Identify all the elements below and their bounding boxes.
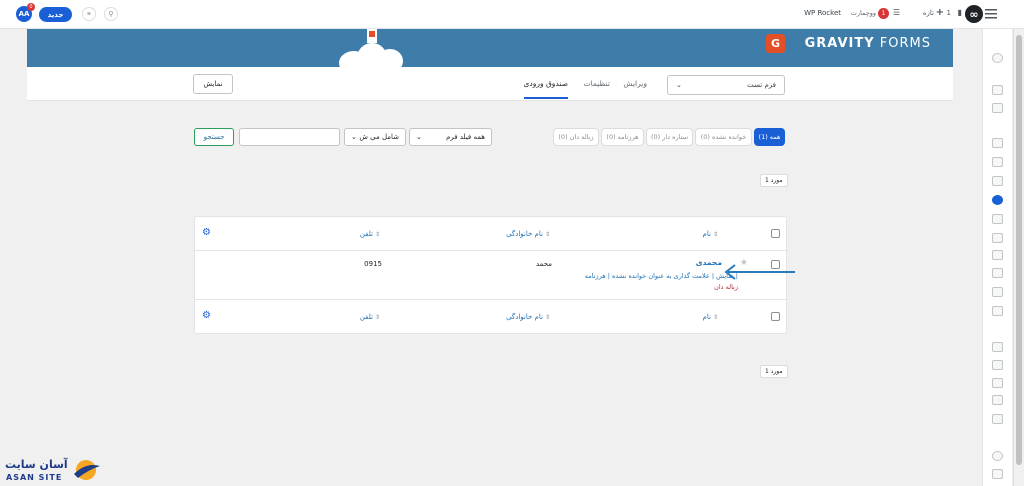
- item-count-top: 1 مورد: [760, 174, 788, 187]
- watermark-fa: آسان سایت: [5, 458, 68, 471]
- column-footer-lastname[interactable]: نام خانوادگی ⇕: [506, 313, 550, 321]
- cloud-decoration: [377, 49, 403, 67]
- templates-icon[interactable]: [992, 360, 1003, 370]
- search-button[interactable]: جستجو: [194, 128, 234, 146]
- row-actions-line1[interactable]: نمایش | علامت گذاری به عنوان خوانده نشده…: [518, 271, 738, 282]
- asan-site-watermark: آسان سایت ASAN SITE: [3, 457, 108, 485]
- row-actions: نمایش | علامت گذاری به عنوان خوانده نشده…: [518, 271, 738, 293]
- form-toolbar: ⌄ فرم تست ویرایش تنظیمات صندوق ورودی نما…: [27, 67, 953, 101]
- column-footer-phone[interactable]: تلفن ⇕: [360, 313, 380, 321]
- entry-lastname: محمد: [536, 260, 552, 268]
- settings-icon[interactable]: [992, 469, 1003, 479]
- woocommerce-icon[interactable]: [992, 250, 1003, 260]
- item-count-bottom: 1 مورد: [760, 365, 788, 378]
- scroll-thumb[interactable]: [1016, 35, 1022, 465]
- rocket-icon: [367, 29, 377, 43]
- gravity-forms-banner: G GRAVITY FORMS: [27, 29, 953, 67]
- tools-icon[interactable]: [992, 451, 1003, 461]
- chevron-down-icon: ⌄: [351, 133, 357, 141]
- form-switcher[interactable]: ⌄ فرم تست: [667, 75, 785, 95]
- operator-value: شامل می ش: [359, 133, 399, 141]
- comments-count[interactable]: 1: [947, 9, 951, 17]
- wp-rocket-link[interactable]: WP Rocket: [804, 9, 841, 17]
- site-logo-icon[interactable]: ∞: [965, 5, 983, 23]
- select-all-checkbox-footer[interactable]: [771, 312, 780, 321]
- pages-icon[interactable]: [992, 214, 1003, 224]
- field-filter-select[interactable]: ⌄ همه فیلد فرم: [409, 128, 492, 146]
- gravity-forms-title: GRAVITY FORMS: [805, 36, 931, 51]
- watermark-en: ASAN SITE: [6, 473, 63, 482]
- forms-icon[interactable]: [992, 195, 1003, 205]
- media-icon[interactable]: [992, 176, 1003, 186]
- admin-bar: AA 0 جدید ⚭ ⚲ WP Rocket ووچمارت 1 ☰ تازه…: [0, 0, 1024, 29]
- operator-select[interactable]: ⌄ شامل می ش: [344, 128, 406, 146]
- row-action-trash[interactable]: زباله دان: [518, 282, 738, 293]
- search-icon[interactable]: ⚲: [104, 7, 118, 21]
- page-scrollbar[interactable]: [1013, 29, 1024, 486]
- analytics-icon[interactable]: [992, 287, 1003, 297]
- plugins-icon[interactable]: [992, 395, 1003, 405]
- admin-sidebar: [982, 29, 1012, 486]
- show-button[interactable]: نمایش: [193, 74, 233, 94]
- table-header-row: نام ⇕ نام خانوادگی ⇕ تلفن ⇕ ⚙: [195, 217, 788, 251]
- notification-badge[interactable]: 1: [878, 8, 889, 19]
- posts-icon[interactable]: [992, 157, 1003, 167]
- filter-spam[interactable]: هرزنامه (0): [601, 128, 644, 146]
- filter-trash[interactable]: زباله دان (0): [553, 128, 599, 146]
- column-header-lastname[interactable]: نام خانوادگی ⇕: [506, 230, 550, 238]
- entries-table: نام ⇕ نام خانوادگی ⇕ تلفن ⇕ ⚙ ★ محمدی محمد …: [194, 216, 788, 334]
- dashboard-icon[interactable]: [992, 85, 1003, 95]
- database-icon[interactable]: [992, 138, 1003, 148]
- appearance-icon[interactable]: [992, 378, 1003, 388]
- entry-phone: 0915: [364, 260, 382, 268]
- table-footer-row: نام ⇕ نام خانوادگی ⇕ تلفن ⇕ ⚙: [195, 300, 788, 334]
- new-content-link[interactable]: تازه: [923, 9, 934, 17]
- tab-entries[interactable]: صندوق ورودی: [523, 79, 568, 99]
- tab-settings[interactable]: تنظیمات: [584, 79, 610, 88]
- filter-starred[interactable]: ستاره دار (0): [646, 128, 693, 146]
- search-icon[interactable]: [992, 53, 1003, 63]
- gear-icon[interactable]: ⚙: [202, 227, 211, 238]
- marketing-icon[interactable]: [992, 306, 1003, 316]
- annotation-arrow-icon: [724, 264, 795, 280]
- tab-edit[interactable]: ویرایش: [623, 79, 647, 88]
- plus-icon[interactable]: +: [936, 7, 944, 18]
- link-icon[interactable]: ⚭: [82, 7, 96, 21]
- entry-name-link[interactable]: محمدی: [696, 258, 722, 267]
- form-switcher-value: فرم تست: [747, 81, 776, 89]
- search-input[interactable]: [239, 128, 340, 146]
- table-row: ★ محمدی محمد 0915 نمایش | علامت گذاری به…: [195, 251, 788, 300]
- updates-icon[interactable]: ☰: [893, 8, 900, 17]
- column-header-phone[interactable]: تلفن ⇕: [360, 230, 380, 238]
- gravity-title-bold: GRAVITY: [804, 36, 875, 51]
- products-icon[interactable]: [992, 268, 1003, 278]
- grid-icon[interactable]: [992, 103, 1003, 113]
- filter-unread[interactable]: خوانده نشده (0): [695, 128, 752, 146]
- filter-all[interactable]: همه (1): [754, 128, 785, 146]
- gravity-title-rest: FORMS: [879, 36, 931, 51]
- chevron-down-icon: ⌄: [416, 133, 422, 141]
- menu-icon[interactable]: [985, 8, 997, 20]
- column-header-name[interactable]: نام ⇕: [703, 230, 718, 238]
- elementor-icon[interactable]: [992, 342, 1003, 352]
- comment-icon[interactable]: ▮: [958, 8, 962, 17]
- chevron-down-icon: ⌄: [676, 81, 682, 89]
- field-filter-value: همه فیلد فرم: [446, 133, 485, 141]
- select-all-checkbox[interactable]: [771, 229, 780, 238]
- new-button[interactable]: جدید: [39, 7, 72, 22]
- comments-icon[interactable]: [992, 233, 1003, 243]
- column-footer-name[interactable]: نام ⇕: [703, 313, 718, 321]
- users-icon[interactable]: [992, 414, 1003, 424]
- avatar-badge: 0: [27, 3, 35, 11]
- gear-icon[interactable]: ⚙: [202, 310, 211, 321]
- asan-site-logo-icon: [74, 460, 100, 480]
- shop-link[interactable]: ووچمارت: [851, 9, 876, 17]
- gravity-forms-logo-icon: G: [766, 34, 785, 53]
